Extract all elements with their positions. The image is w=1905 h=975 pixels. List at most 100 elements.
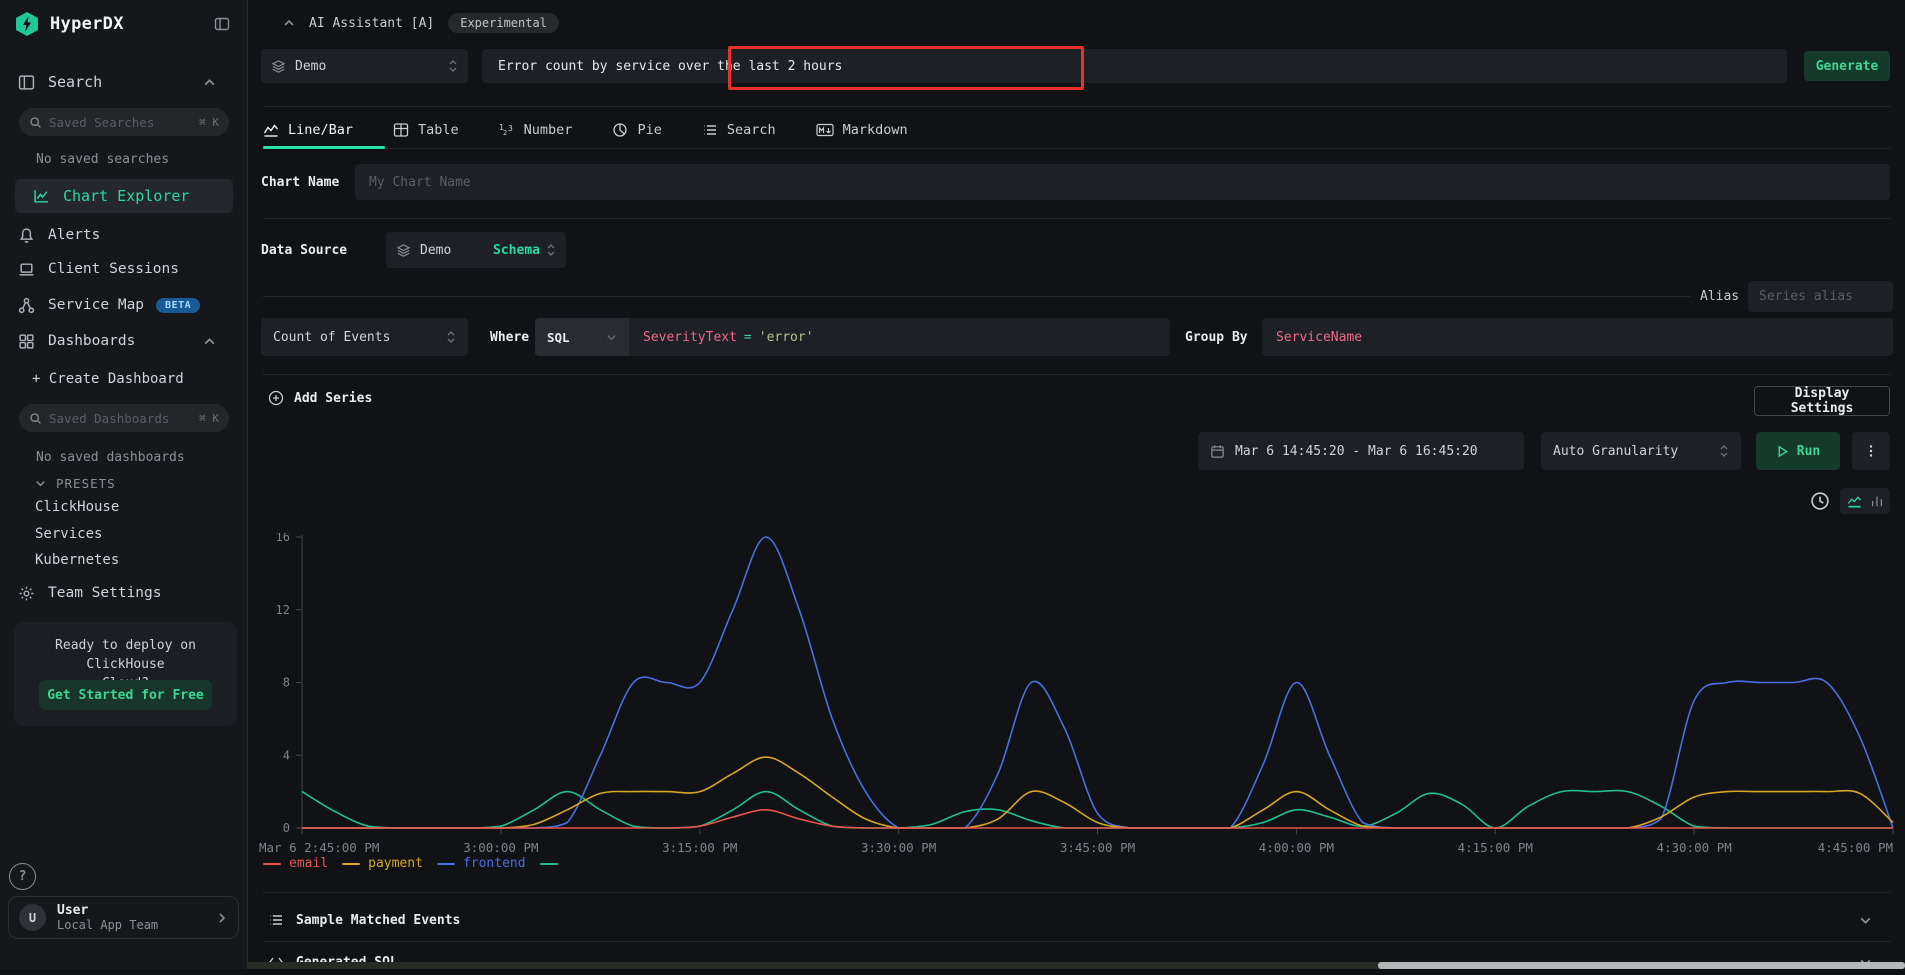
preset-item-kubernetes[interactable]: Kubernetes (0, 549, 248, 571)
sidebar-item-alerts[interactable]: Alerts (0, 222, 248, 248)
svg-text:3:30:00 PM: 3:30:00 PM (861, 840, 936, 855)
generate-button[interactable]: Generate (1804, 51, 1890, 81)
preset-label: ClickHouse (35, 499, 119, 515)
saved-searches-input[interactable]: Saved Searches ⌘ K (19, 108, 229, 136)
help-icon: ? (19, 869, 27, 884)
tab-line-bar[interactable]: Line/Bar (263, 122, 353, 138)
sample-events-label: Sample Matched Events (296, 913, 460, 928)
tab-pie[interactable]: Pie (612, 122, 661, 138)
presets-header[interactable]: PRESETS (0, 474, 248, 492)
ai-source-select[interactable]: Demo (261, 49, 468, 83)
chevron-right-icon (216, 912, 228, 924)
legend-item[interactable] (540, 863, 566, 865)
svg-text:3:15:00 PM: 3:15:00 PM (662, 840, 737, 855)
schema-link[interactable]: Schema (493, 243, 540, 258)
sample-events-panel-header[interactable]: Sample Matched Events (268, 902, 1890, 938)
divider (263, 374, 1890, 375)
select-chevrons-icon (448, 59, 458, 73)
preset-item-services[interactable]: Services (0, 523, 248, 545)
preset-item-clickhouse[interactable]: ClickHouse (0, 496, 248, 518)
svg-text:4:30:00 PM: 4:30:00 PM (1656, 840, 1731, 855)
sidebar-item-chart-explorer[interactable]: Chart Explorer (15, 179, 233, 213)
tab-number[interactable]: 123 Number (499, 122, 573, 138)
legend-item[interactable]: payment (342, 856, 423, 871)
tab-label: Pie (637, 122, 661, 138)
svg-text:12: 12 (276, 603, 290, 617)
active-tab-underline (263, 146, 385, 149)
chevron-up-icon[interactable] (283, 17, 295, 29)
clock-icon[interactable] (1810, 491, 1830, 511)
scrollbar-thumb[interactable] (1378, 962, 1905, 969)
chevron-up-icon[interactable] (203, 335, 216, 348)
tab-table[interactable]: Table (393, 122, 459, 138)
sidebar-item-client-sessions[interactable]: Client Sessions (0, 256, 248, 282)
hyperdx-logo-icon (14, 11, 40, 37)
shortcut-hint: ⌘ K (199, 116, 219, 129)
aggregation-value: Count of Events (273, 330, 446, 345)
more-options-button[interactable] (1852, 432, 1890, 470)
tab-markdown[interactable]: Markdown (816, 122, 908, 138)
svg-text:4:00:00 PM: 4:00:00 PM (1259, 840, 1334, 855)
timeseries-chart[interactable]: 0481216Mar 6 2:45:00 PM3:00:00 PM3:15:00… (253, 533, 1898, 863)
number-icon: 123 (499, 122, 515, 138)
alias-input[interactable]: Series alias (1748, 281, 1893, 312)
user-menu[interactable]: U User Local App Team (8, 896, 239, 939)
data-source-select[interactable]: Demo Schema (386, 232, 566, 268)
tab-search[interactable]: Search (702, 122, 776, 138)
select-chevrons-icon (546, 243, 556, 257)
granularity-select[interactable]: Auto Granularity (1541, 432, 1741, 470)
where-input[interactable]: SeverityText = 'error' (629, 318, 1170, 356)
granularity-value: Auto Granularity (1553, 444, 1719, 459)
aggregation-select[interactable]: Count of Events (261, 318, 468, 356)
legend-dash-icon (342, 863, 360, 865)
display-settings-button[interactable]: Display Settings (1754, 386, 1890, 416)
svg-text:3:00:00 PM: 3:00:00 PM (463, 840, 538, 855)
legend-item[interactable]: frontend (437, 856, 526, 871)
ai-assistant-header[interactable]: AI Assistant [A] Experimental (283, 12, 559, 34)
sidebar-item-dashboards[interactable]: Dashboards (0, 328, 248, 354)
language-select[interactable]: SQL (535, 318, 629, 356)
bell-icon (18, 227, 35, 244)
legend-label: payment (368, 856, 423, 871)
legend-item[interactable]: email (263, 856, 328, 871)
ai-assistant-label: AI Assistant [A] (309, 16, 434, 31)
sidebar-item-service-map[interactable]: Service Map BETA (0, 292, 248, 318)
sidebar-item-team-settings[interactable]: Team Settings (0, 580, 248, 606)
legend-label: frontend (463, 856, 526, 871)
legend-dash-icon (540, 863, 558, 865)
chart-explorer-icon (33, 188, 50, 205)
svg-text:4: 4 (283, 748, 290, 762)
get-started-button[interactable]: Get Started for Free (39, 680, 212, 710)
group-by-value: ServiceName (1276, 330, 1362, 345)
ai-query-input[interactable]: Error count by service over the last 2 h… (482, 49, 1787, 83)
sidebar-item-label: Chart Explorer (63, 187, 189, 205)
line-view-icon[interactable] (1847, 494, 1862, 509)
horizontal-scrollbar[interactable] (248, 962, 1905, 969)
calendar-icon (1210, 444, 1225, 459)
bar-view-icon[interactable] (1870, 494, 1884, 508)
chart-name-input[interactable]: My Chart Name (355, 164, 1890, 200)
chart-name-label: Chart Name (261, 175, 339, 190)
sidebar-item-label: Team Settings (48, 585, 162, 601)
sidebar-item-search[interactable]: Search (0, 70, 248, 94)
divider (263, 892, 1890, 893)
collapse-sidebar-icon[interactable] (214, 16, 230, 32)
group-by-label: Group By (1185, 330, 1248, 345)
tab-label: Line/Bar (288, 122, 353, 138)
help-button[interactable]: ? (9, 863, 36, 890)
group-by-input[interactable]: ServiceName (1262, 318, 1893, 356)
create-dashboard-button[interactable]: + Create Dashboard (0, 368, 248, 390)
where-value: 'error' (759, 330, 814, 345)
add-series-button[interactable]: Add Series (268, 390, 372, 406)
tab-label: Search (727, 122, 776, 138)
dashboards-icon (18, 333, 35, 350)
list-icon (702, 122, 718, 138)
time-range-picker[interactable]: Mar 6 14:45:20 - Mar 6 16:45:20 (1198, 432, 1524, 470)
saved-dashboards-input[interactable]: Saved Dashboards ⌘ K (19, 404, 229, 432)
divider (263, 296, 1690, 297)
run-button[interactable]: Run (1756, 432, 1840, 470)
saved-searches-placeholder: Saved Searches (49, 115, 199, 130)
plus-circle-icon (268, 390, 284, 406)
gear-icon (18, 585, 35, 602)
chevron-up-icon[interactable] (203, 76, 216, 89)
